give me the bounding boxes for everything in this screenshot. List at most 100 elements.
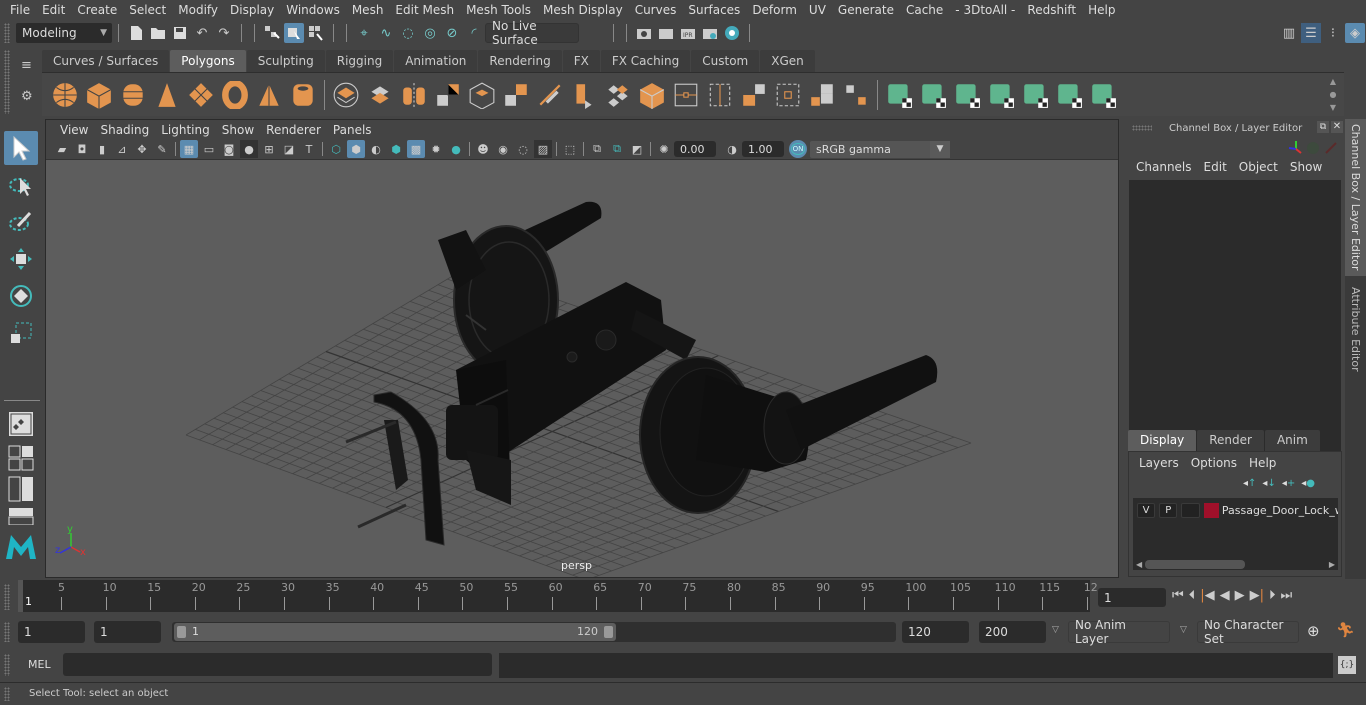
current-frame-field[interactable]: 1 [1098,588,1166,607]
current-time-indicator[interactable] [18,580,23,612]
isolate-select-icon[interactable]: ⬚ [561,140,579,158]
drag-handle[interactable] [4,622,10,642]
shelf-tab-rendering[interactable]: Rendering [478,50,562,72]
lasso-tool[interactable] [4,168,38,202]
xray-joints-icon[interactable]: ⧉ [608,140,626,158]
drag-handle[interactable] [4,50,10,114]
make-live-icon[interactable]: ◜ [464,23,484,43]
menu-cache[interactable]: Cache [900,3,949,17]
automatic-map-icon[interactable] [984,78,1018,112]
channel-box-menu-channels[interactable]: Channels [1130,160,1198,174]
range-end-handle[interactable] [604,626,613,638]
range-slider-track[interactable]: 1 120 [172,622,896,642]
go-to-end-icon[interactable]: ⏭ [1280,588,1292,603]
auto-key-icon[interactable]: ⊕ [1307,622,1320,640]
live-surface-field[interactable]: No Live Surface [485,19,579,47]
smooth-icon[interactable] [431,78,465,112]
channel-box-menu-show[interactable]: Show [1284,160,1328,174]
character-set-dropdown[interactable]: No Character Set [1197,618,1299,646]
viewport-menu-view[interactable]: View [54,123,94,137]
bookmark-icon[interactable]: ▮ [93,140,111,158]
four-view-button[interactable] [4,444,38,472]
speed-icon[interactable] [1325,142,1337,154]
tool-settings-icon[interactable]: ⁝ [1323,23,1343,43]
new-empty-layer-icon[interactable]: ◂+ [1282,478,1295,489]
menu-edit-mesh[interactable]: Edit Mesh [389,3,460,17]
shadows-icon[interactable]: ● [447,140,465,158]
anim-layer-dropdown[interactable]: No Anim Layer [1068,618,1170,646]
float-panel-icon[interactable]: ⧉ [1317,121,1329,133]
menu-uv[interactable]: UV [803,3,832,17]
viewport-menu-show[interactable]: Show [216,123,260,137]
use-all-lights-icon[interactable]: ✹ [427,140,445,158]
uv-editor-icon[interactable] [1052,78,1086,112]
close-icon[interactable]: ✕ [1331,121,1343,133]
animation-preferences-icon[interactable]: 🏃︎ [1336,621,1355,639]
layer-display-type-toggle[interactable] [1181,502,1200,518]
range-slider-handle-bar[interactable]: 1 120 [174,623,616,641]
render-current-icon[interactable] [656,23,676,43]
channel-box-icon[interactable]: ◈ [1345,23,1365,43]
play-backwards-icon[interactable]: ◀ [1220,588,1230,603]
poly-sphere-icon[interactable] [48,78,82,112]
layer-tab-anim[interactable]: Anim [1264,430,1320,451]
menu-modify[interactable]: Modify [172,3,224,17]
append-polygon-icon[interactable] [737,78,771,112]
menu-display[interactable]: Display [224,3,280,17]
merge-icon[interactable] [805,78,839,112]
multi-cut-icon[interactable] [533,78,567,112]
attribute-editor-icon[interactable]: ☰ [1301,23,1321,43]
drag-handle[interactable] [4,654,10,676]
snap-point-icon[interactable]: ◌ [398,23,418,43]
scroll-left-icon[interactable]: ◀ [1136,560,1142,569]
timeline-ruler[interactable]: 1 5 10 15 20 25 30 35 40 45 50 55 60 65 70 75 80 85 90 95 1… [18,580,1098,612]
motion-blur-icon[interactable]: ◉ [494,140,512,158]
key-status-icon[interactable] [1307,142,1319,154]
menu-mesh-tools[interactable]: Mesh Tools [460,3,537,17]
scale-tool[interactable] [4,316,38,350]
insert-edge-loop-icon[interactable] [669,78,703,112]
combine-icon[interactable] [329,78,363,112]
layer-menu-layers[interactable]: Layers [1133,456,1185,470]
playback-end-field[interactable]: 120 [902,621,969,643]
camera-attributes-icon[interactable]: ◘ [73,140,91,158]
manipulator-axis-icon[interactable] [1288,141,1302,154]
menu-file[interactable]: File [4,3,36,17]
open-scene-icon[interactable] [148,23,168,43]
layer-name[interactable]: Passage_Door_Lock_w [1222,504,1338,517]
layout-uv-icon[interactable] [1086,78,1120,112]
play-forwards-icon[interactable]: ▶ [1235,588,1245,603]
camera-icon[interactable]: ▰ [53,140,71,158]
step-forward-frame-icon[interactable]: ⏵ [1269,588,1276,603]
range-start-handle[interactable] [177,626,186,638]
target-weld-icon[interactable] [839,78,873,112]
shelf-tab-rigging[interactable]: Rigging [325,50,394,72]
menu-create[interactable]: Create [71,3,123,17]
menu-mesh[interactable]: Mesh [346,3,390,17]
poly-cone-icon[interactable] [150,78,184,112]
unfold-icon[interactable] [1018,78,1052,112]
new-scene-icon[interactable] [126,23,146,43]
playback-start-field[interactable]: 1 [94,621,161,643]
shelf-menu-icon[interactable]: ≡ [21,58,32,73]
wireframe-icon[interactable]: ⬡ [327,140,345,158]
drag-handle[interactable] [4,584,10,610]
viewport-menu-renderer[interactable]: Renderer [260,123,327,137]
viewport-canvas[interactable]: y x z [46,160,1118,577]
fill-hole-icon[interactable] [771,78,805,112]
menu-curves[interactable]: Curves [629,3,683,17]
wireframe-on-shaded-icon[interactable]: ⬢ [387,140,405,158]
scroll-right-icon[interactable]: ▶ [1329,560,1335,569]
ipr-render-icon[interactable]: IPR [678,23,698,43]
go-to-start-icon[interactable]: ⏮ [1172,588,1184,603]
select-object-icon[interactable] [284,23,304,43]
layer-color-swatch[interactable] [1203,502,1219,518]
film-gate-icon[interactable]: ▭ [200,140,218,158]
color-space-dropdown[interactable]: sRGB gamma ▼ [810,140,950,158]
poly-pyramid-icon[interactable] [252,78,286,112]
layer-row[interactable]: V P Passage_Door_Lock_w [1133,501,1338,519]
subdivide-icon[interactable] [499,78,533,112]
exposure-icon[interactable]: ✺ [655,140,673,158]
single-perspective-view-button[interactable] [4,407,38,441]
new-layer-selected-icon[interactable]: ◂● [1301,478,1315,489]
